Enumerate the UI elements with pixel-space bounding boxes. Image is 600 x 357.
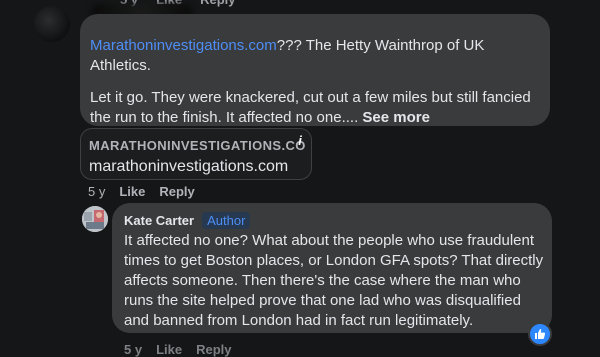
author-avatar[interactable] [82,206,108,232]
link-preview-title: marathoninvestigations.com [89,158,289,175]
comment-text: Marathoninvestigations.com??? The Hetty … [90,36,540,140]
reply-reply-button[interactable]: Reply [196,342,231,357]
link-preview-card[interactable]: MARATHONINVESTIGATIONS.CO marathoninvest… [80,128,312,180]
commenter-avatar[interactable] [34,6,70,42]
reply-actions: 5 y Like Reply [124,342,232,357]
info-icon[interactable]: i [293,133,307,149]
top-reply-button[interactable]: Reply [200,0,235,8]
like-button[interactable]: Like [119,184,145,199]
comment-age: 5 y [88,184,106,199]
thumbs-up-glyph [535,329,546,339]
thumbs-up-icon[interactable] [528,322,552,346]
link-preview-domain: MARATHONINVESTIGATIONS.CO [89,138,306,153]
author-badge: Author [202,212,251,229]
avatar-image [82,206,108,232]
comment-actions: 5 y Like Reply [88,184,195,199]
reply-age: 5 y [124,342,143,357]
reply-button[interactable]: Reply [159,184,194,199]
author-name[interactable]: Kate Carter [124,213,194,228]
reply-like-button[interactable]: Like [156,342,182,357]
see-more-link[interactable]: See more [362,109,430,126]
comment-para2: Let it go. They were knackered, cut out … [90,89,531,126]
comment-link[interactable]: Marathoninvestigations.com [90,37,277,54]
reply-text: It affected no one? What about the peopl… [124,232,544,329]
reply-header: Kate Carter Author [124,212,251,229]
